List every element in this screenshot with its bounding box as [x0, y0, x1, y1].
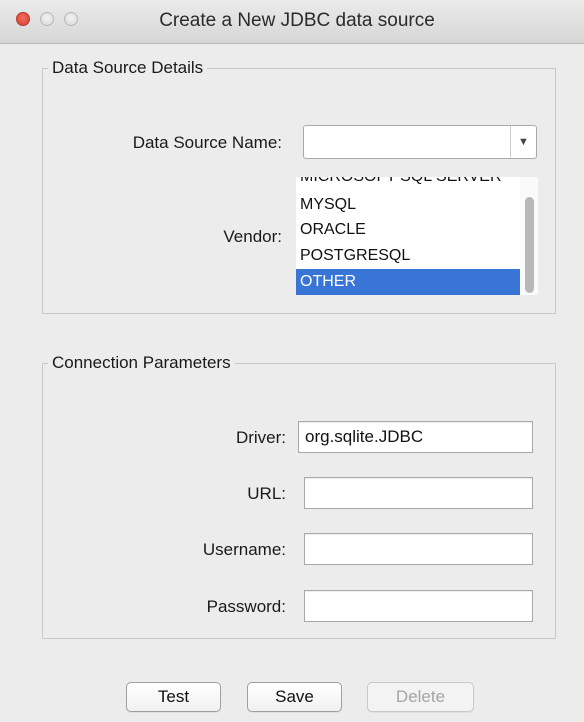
url-label: URL: — [247, 484, 286, 503]
vendor-option-postgresql[interactable]: POSTGRESQL — [296, 243, 520, 269]
vendor-list[interactable]: MICROSOFT SQL SERVER MYSQL ORACLE POSTGR… — [296, 177, 538, 295]
username-field[interactable] — [304, 533, 533, 565]
vendor-list-scrollbar[interactable] — [520, 177, 538, 295]
connection-parameters-legend: Connection Parameters — [48, 353, 235, 373]
data-source-name-label: Data Source Name: — [132, 133, 282, 152]
password-field[interactable] — [304, 590, 533, 622]
driver-label: Driver: — [235, 428, 286, 447]
test-button[interactable]: Test — [126, 682, 221, 712]
delete-button: Delete — [367, 682, 474, 712]
data-source-name-input[interactable] — [304, 126, 510, 158]
url-field[interactable] — [304, 477, 533, 509]
username-label: Username: — [202, 540, 286, 559]
vendor-option-microsoft-sql-server[interactable]: MICROSOFT SQL SERVER — [296, 177, 520, 190]
vendor-option-other[interactable]: OTHER — [296, 269, 520, 295]
password-label: Password: — [206, 597, 286, 616]
title-bar: Create a New JDBC data source — [0, 0, 584, 44]
vendor-option-oracle[interactable]: ORACLE — [296, 217, 520, 243]
vendor-list-scrollbar-thumb[interactable] — [525, 197, 534, 293]
driver-field[interactable] — [298, 421, 533, 453]
vendor-option-mysql[interactable]: MYSQL — [296, 192, 520, 218]
save-button[interactable]: Save — [247, 682, 342, 712]
chevron-down-icon[interactable]: ▼ — [510, 126, 536, 158]
data-source-name-combobox[interactable]: ▼ — [303, 125, 537, 159]
data-source-details-legend: Data Source Details — [48, 58, 208, 78]
window-title: Create a New JDBC data source — [159, 10, 435, 31]
vendor-label: Vendor: — [223, 227, 282, 246]
